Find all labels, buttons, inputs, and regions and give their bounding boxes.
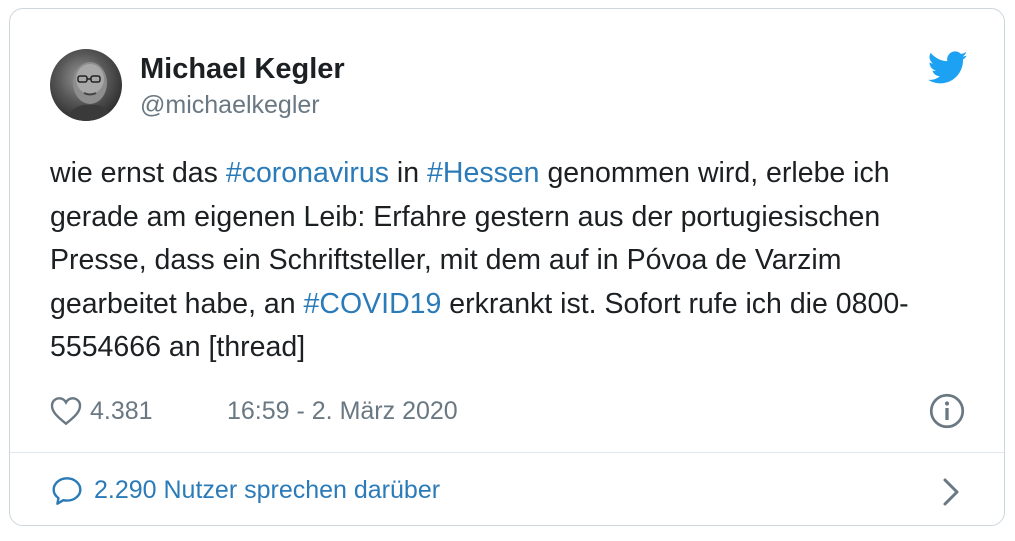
- tweet-card[interactable]: Michael Kegler @michaelkegler wie ernst …: [9, 8, 1005, 526]
- heart-icon[interactable]: [50, 396, 82, 426]
- divider: [10, 452, 1004, 453]
- author-handle[interactable]: @michaelkegler: [140, 91, 320, 120]
- chevron-right-icon[interactable]: [940, 477, 962, 507]
- twitter-bird-icon[interactable]: [928, 51, 968, 85]
- timestamp-link[interactable]: 16:59 - 2. März 2020: [227, 397, 458, 426]
- discussion-link[interactable]: 2.290 Nutzer sprechen darüber: [50, 471, 970, 511]
- tweet-text-segment: wie ernst das: [50, 157, 226, 189]
- author-name[interactable]: Michael Kegler: [140, 53, 345, 86]
- info-icon[interactable]: [929, 393, 965, 429]
- like-count[interactable]: 4.381: [90, 397, 153, 426]
- avatar[interactable]: [50, 49, 122, 121]
- discussion-label[interactable]: 2.290 Nutzer sprechen darüber: [94, 476, 440, 505]
- tweet-meta: 4.381 16:59 - 2. März 2020: [50, 393, 970, 429]
- hashtag-link[interactable]: #Hessen: [427, 157, 539, 189]
- tweet-text: wie ernst das #coronavirus in #Hessen ge…: [50, 152, 970, 370]
- speech-bubble-icon: [52, 477, 82, 505]
- hashtag-link[interactable]: #COVID19: [304, 288, 442, 320]
- tweet-text-segment: in: [389, 157, 428, 189]
- hashtag-link[interactable]: #coronavirus: [226, 157, 389, 189]
